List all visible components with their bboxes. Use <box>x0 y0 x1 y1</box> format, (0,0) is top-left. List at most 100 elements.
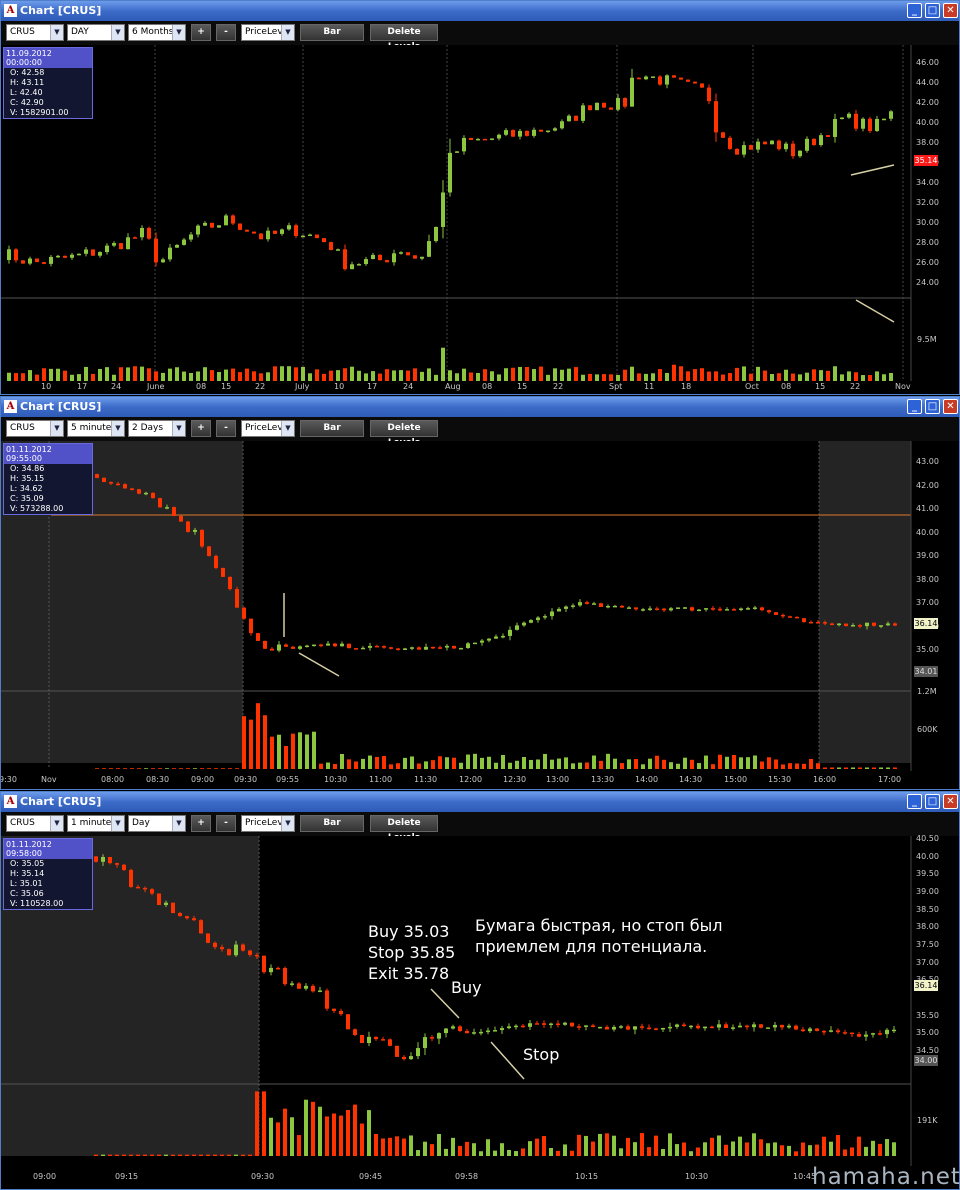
candle-body <box>570 1022 574 1027</box>
interval-select[interactable]: 1 minute ▼ <box>67 815 125 832</box>
volume-bar <box>861 375 865 381</box>
close-icon[interactable]: ✕ <box>943 3 958 18</box>
candle-body <box>378 254 382 261</box>
zoom-out-button[interactable]: - <box>216 815 236 832</box>
minimize-icon[interactable]: _ <box>907 399 922 414</box>
volume-bar <box>444 1148 448 1156</box>
volume-bar <box>165 768 169 769</box>
candle-body <box>787 1025 791 1028</box>
zoom-in-button[interactable]: + <box>191 420 211 437</box>
candle-body <box>872 622 876 626</box>
candle-body <box>557 608 561 612</box>
volume-bar <box>287 366 291 381</box>
candle-body <box>487 638 491 641</box>
time-tick-label: 15:30 <box>768 775 792 784</box>
volume-bar <box>462 368 466 381</box>
title-bar[interactable]: A Chart [CRUS] _ □ ✕ <box>1 1 959 21</box>
candle-body <box>619 1026 623 1028</box>
candle-body <box>644 76 648 80</box>
time-tick-label: 17 <box>77 382 88 391</box>
volume-bar <box>725 756 729 769</box>
chart-window-1min: A Chart [CRUS] _ □ ✕ CRUS ▼ 1 minute ▼ Day… <box>0 791 960 1190</box>
zoom-in-button[interactable]: + <box>191 24 211 41</box>
candlestick-chart-svg[interactable] <box>1 45 960 395</box>
volume-bar <box>325 1116 329 1156</box>
time-tick-label: 15 <box>815 382 826 391</box>
volume-bar <box>98 368 102 381</box>
volume-bar <box>381 1138 385 1156</box>
range-select[interactable]: 2 Days ▼ <box>128 420 186 437</box>
zoom-out-button[interactable]: - <box>216 420 236 437</box>
bar-type-button[interactable]: Bar <box>300 24 364 41</box>
candle-body <box>609 107 613 110</box>
delete-levels-button[interactable]: Delete Levels <box>370 24 438 52</box>
time-tick-label: 08 <box>196 382 207 391</box>
interval-select[interactable]: DAY ▼ <box>67 24 125 41</box>
range-select[interactable]: Day ▼ <box>128 815 186 832</box>
candle-body <box>402 1056 406 1060</box>
candle-body <box>151 492 155 499</box>
minimize-icon[interactable]: _ <box>907 3 922 18</box>
symbol-select[interactable]: CRUS ▼ <box>6 24 64 41</box>
close-icon[interactable]: ✕ <box>943 399 958 414</box>
range-select[interactable]: 6 Months ▼ <box>128 24 186 41</box>
delete-levels-button[interactable]: Delete Levels <box>370 815 438 843</box>
candle-body <box>308 234 312 237</box>
candle-body <box>700 83 704 88</box>
zoom-out-button[interactable]: - <box>216 24 236 41</box>
annotation-arrow <box>490 1041 525 1080</box>
minimize-icon[interactable]: _ <box>907 794 922 809</box>
price-level-select[interactable]: PriceLeve ▼ <box>241 815 295 832</box>
candle-body <box>598 1026 602 1029</box>
candle-body <box>263 640 267 649</box>
candle-body <box>374 1036 378 1040</box>
candle-body <box>864 1034 868 1037</box>
maximize-icon[interactable]: □ <box>925 794 940 809</box>
interval-select[interactable]: 5 minutes ▼ <box>67 420 125 437</box>
price-chart[interactable]: 01.11.2012 09:58:00 O: 35.05 H: 35.14 L:… <box>1 834 960 1190</box>
candle-body <box>235 589 239 608</box>
candlestick-chart-svg[interactable] <box>1 441 960 790</box>
candle-body <box>242 607 246 619</box>
time-tick-label: 10:15 <box>575 1172 599 1181</box>
title-bar[interactable]: A Chart [CRUS] _ □ ✕ <box>1 397 959 417</box>
volume-bar <box>140 366 144 381</box>
price-level-select[interactable]: PriceLeve ▼ <box>241 24 295 41</box>
volume-bar <box>241 1154 245 1156</box>
symbol-select[interactable]: CRUS ▼ <box>6 420 64 437</box>
maximize-icon[interactable]: □ <box>925 399 940 414</box>
candle-body <box>536 617 540 621</box>
volume-bar <box>620 763 624 769</box>
candlestick-chart-svg[interactable] <box>1 836 960 1190</box>
volume-bar <box>171 1154 175 1156</box>
delete-levels-button[interactable]: Delete Levels <box>370 420 438 448</box>
volume-bar <box>627 759 631 769</box>
price-chart[interactable]: 11.09.2012 00:00:00 O: 42.58 H: 43.11 L:… <box>1 45 959 394</box>
symbol-select[interactable]: CRUS ▼ <box>6 815 64 832</box>
title-bar[interactable]: A Chart [CRUS] _ □ ✕ <box>1 792 959 812</box>
bar-type-button[interactable]: Bar <box>300 815 364 832</box>
volume-bar <box>850 1147 854 1156</box>
maximize-icon[interactable]: □ <box>925 3 940 18</box>
volume-bar <box>556 1150 560 1156</box>
volume-bar <box>868 375 872 381</box>
zoom-in-button[interactable]: + <box>191 815 211 832</box>
price-chart[interactable]: 01.11.2012 09:55:00 O: 34.86 H: 35.15 L:… <box>1 441 959 789</box>
price-level-select[interactable]: PriceLeve ▼ <box>241 420 295 437</box>
candle-body <box>339 1010 343 1015</box>
candle-body <box>171 902 175 914</box>
volume-bar <box>217 371 221 381</box>
volume-bar <box>452 757 456 769</box>
close-icon[interactable]: ✕ <box>943 794 958 809</box>
volume-bar <box>851 767 855 769</box>
bar-type-button[interactable]: Bar <box>300 420 364 437</box>
candle-body <box>270 648 274 651</box>
range-value: 6 Months <box>132 27 174 37</box>
candle-body <box>158 498 162 508</box>
current-price-tag: 36.14 <box>914 980 938 991</box>
volume-bar <box>277 734 281 769</box>
time-tick-label: 09:45 <box>359 1172 383 1181</box>
volume-bar <box>515 760 519 769</box>
volume-bar <box>696 1147 700 1156</box>
volume-bar <box>697 763 701 769</box>
